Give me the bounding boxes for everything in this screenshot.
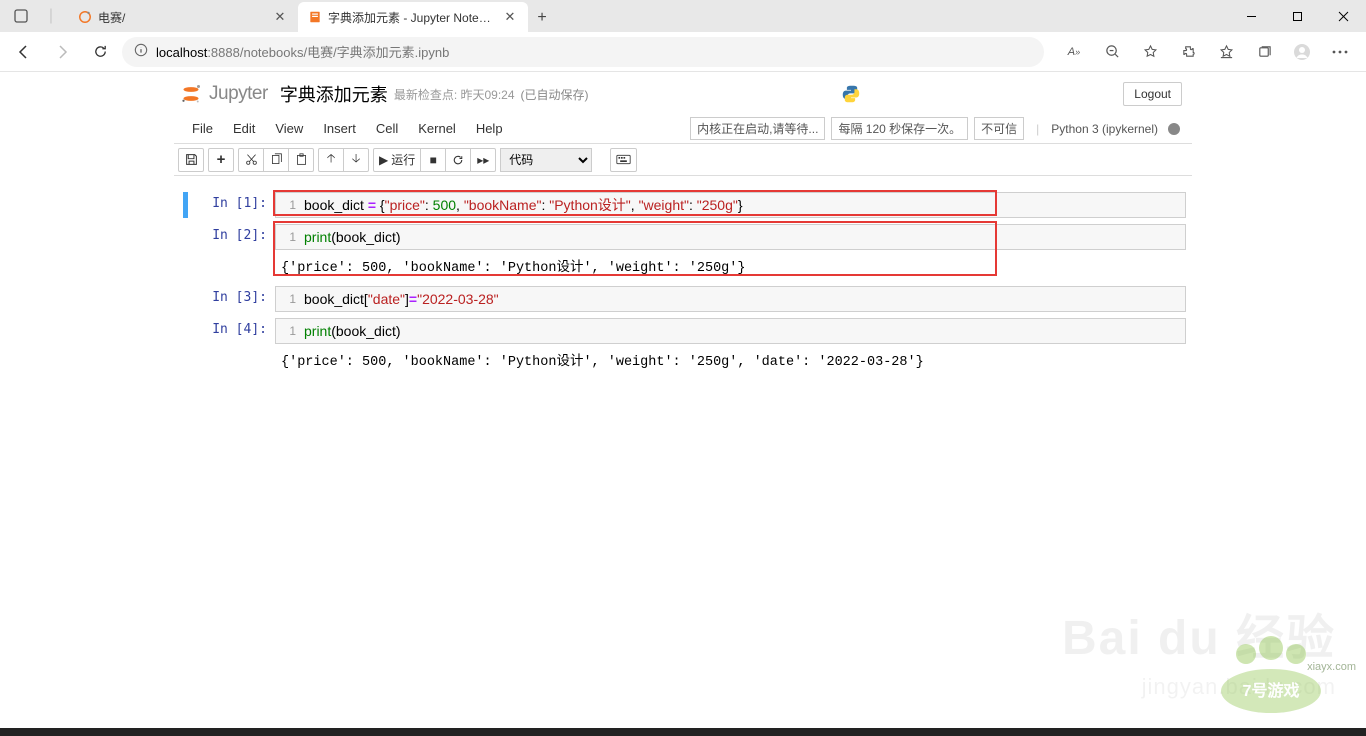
forward-button[interactable] [46,36,78,68]
browser-titlebar: | 电赛/ ✕ 字典添加元素 - Jupyter Noteboo ✕ + [0,0,1366,32]
back-button[interactable] [8,36,40,68]
save-button[interactable] [178,148,204,172]
svg-text:7号游戏: 7号游戏 [1243,681,1300,700]
menu-help[interactable]: Help [466,117,513,140]
copy-button[interactable] [263,148,289,172]
input-prompt: In [4]: [180,318,275,374]
insert-cell-button[interactable]: + [208,148,234,172]
browser-tab-1[interactable]: 字典添加元素 - Jupyter Noteboo ✕ [298,2,528,32]
maximize-button[interactable] [1274,0,1320,32]
collections-button[interactable] [1246,36,1282,68]
checkpoint-text: 最新检查点: 昨天09:24 [394,86,515,103]
site-info-icon[interactable] [134,43,148,60]
browser-toolbar: localhost:8888/notebooks/电赛/字典添加元素.ipynb… [0,32,1366,72]
kernel-status[interactable]: 内核正在启动,请等待... [690,117,825,140]
cell-output: {'price': 500, 'bookName': 'Python设计', '… [275,250,1186,280]
code-cell[interactable]: In [3]:1book_dict["date"]="2022-03-28" [180,286,1186,312]
menubar: FileEditViewInsertCellKernelHelp 内核正在启动,… [174,114,1192,144]
close-icon[interactable]: ✕ [502,9,518,25]
cell-output: {'price': 500, 'bookName': 'Python设计', '… [275,344,1186,374]
titlebar-divider: | [38,3,64,29]
tab-title: 电赛/ [98,9,266,26]
menu-insert[interactable]: Insert [313,117,366,140]
game-watermark-icon: 7号游戏 [1211,636,1351,716]
restart-button[interactable] [445,148,471,172]
jupyter-header: Jupyter 字典添加元素 最新检查点: 昨天09:24 (已自动保存) Lo… [174,74,1192,114]
watermark-brand: Bai du 经验 [1062,598,1336,668]
watermark-sub: jingyan.baidu.com [1142,674,1336,700]
address-bar[interactable]: localhost:8888/notebooks/电赛/字典添加元素.ipynb [122,37,1044,67]
code-input[interactable]: 1print(book_dict) [275,318,1186,344]
code-cell[interactable]: In [1]:1book_dict = {"price": 500, "book… [180,192,1186,218]
new-tab-button[interactable]: + [528,4,556,32]
interrupt-button[interactable]: ■ [420,148,446,172]
autosave-text: (已自动保存) [521,86,589,103]
code-input[interactable]: 1book_dict["date"]="2022-03-28" [275,286,1186,312]
menu-file[interactable]: File [182,117,223,140]
menu-edit[interactable]: Edit [223,117,265,140]
taskbar[interactable] [0,728,1366,736]
menu-view[interactable]: View [265,117,313,140]
kernel-name[interactable]: Python 3 (ipykernel) [1051,122,1158,136]
notebook-toolbar: + 🡡 🡣 ▶运行 ■ ▸▸ 代码 [174,144,1192,176]
jupyter-logo[interactable]: Jupyter [179,82,268,106]
input-prompt: In [2]: [180,224,275,280]
zoom-button[interactable] [1094,36,1130,68]
favorites-button[interactable] [1132,36,1168,68]
logout-button[interactable]: Logout [1123,82,1182,106]
settings-menu-button[interactable] [1322,36,1358,68]
command-palette-button[interactable] [610,148,637,172]
menu-cell[interactable]: Cell [366,117,408,140]
menu-kernel[interactable]: Kernel [408,117,466,140]
close-icon[interactable]: ✕ [272,9,288,25]
profile-button[interactable] [1284,36,1320,68]
reader-mode-button[interactable]: A» [1056,36,1092,68]
paste-button[interactable] [288,148,314,172]
jupyter-favicon [78,10,92,24]
cell-type-select[interactable]: 代码 [500,148,592,172]
code-cell[interactable]: In [4]:1print(book_dict){'price': 500, '… [180,318,1186,374]
notebook-area: In [1]:1book_dict = {"price": 500, "book… [174,176,1192,396]
run-button[interactable]: ▶运行 [373,148,421,172]
watermark-site: xiayx.com [1307,661,1356,673]
python-logo-icon [840,83,862,105]
extensions-button[interactable] [1170,36,1206,68]
move-down-button[interactable]: 🡣 [343,148,369,172]
code-input[interactable]: 1print(book_dict) [275,224,1186,250]
browser-tab-0[interactable]: 电赛/ ✕ [68,2,298,32]
tab-title: 字典添加元素 - Jupyter Noteboo [328,9,496,26]
favorites-bar-button[interactable] [1208,36,1244,68]
cut-button[interactable] [238,148,264,172]
notebook-favicon [308,10,322,24]
autosave-interval[interactable]: 每隔 120 秒保存一次。 [831,117,968,140]
page-content: Jupyter 字典添加元素 最新检查点: 昨天09:24 (已自动保存) Lo… [0,72,1366,728]
code-cell[interactable]: In [2]:1print(book_dict){'price': 500, '… [180,224,1186,280]
input-prompt: In [3]: [180,286,275,312]
url-text: localhost:8888/notebooks/电赛/字典添加元素.ipynb [156,42,449,61]
tab-actions-button[interactable] [8,3,34,29]
browser-tabs: 电赛/ ✕ 字典添加元素 - Jupyter Noteboo ✕ + [68,0,556,32]
restart-run-all-button[interactable]: ▸▸ [470,148,496,172]
divider: | [1036,122,1039,136]
jupyter-logo-text: Jupyter [209,83,268,105]
code-input[interactable]: 1book_dict = {"price": 500, "bookName": … [275,192,1186,218]
minimize-button[interactable] [1228,0,1274,32]
kernel-indicator-icon[interactable] [1168,123,1180,135]
close-window-button[interactable] [1320,0,1366,32]
refresh-button[interactable] [84,36,116,68]
notebook-title[interactable]: 字典添加元素 [280,81,388,107]
trust-status[interactable]: 不可信 [974,117,1024,140]
input-prompt: In [1]: [180,192,275,218]
jupyter-icon [179,82,203,106]
move-up-button[interactable]: 🡡 [318,148,344,172]
